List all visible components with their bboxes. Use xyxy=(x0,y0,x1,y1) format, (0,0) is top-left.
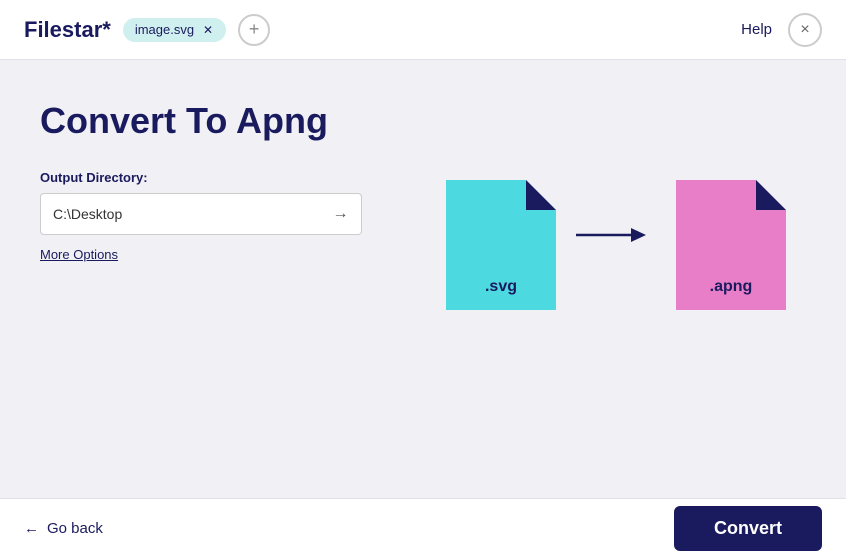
conversion-illustration: .svg .apng xyxy=(446,180,786,310)
browse-button[interactable]: → xyxy=(320,193,362,235)
go-back-button[interactable]: ← Go back xyxy=(24,520,103,537)
go-back-label: Go back xyxy=(47,520,103,537)
arrow-right-icon: → xyxy=(333,205,349,223)
file-tag-label: image.svg xyxy=(135,22,194,37)
file-tag: image.svg ✕ xyxy=(123,18,226,42)
target-file-icon: .apng xyxy=(676,180,786,310)
main-content: Convert To Apng Output Directory: → More… xyxy=(0,60,846,498)
conversion-arrow xyxy=(576,220,656,270)
app-title: Filestar* xyxy=(24,17,111,43)
convert-button[interactable]: Convert xyxy=(674,506,822,551)
file-tag-close-button[interactable]: ✕ xyxy=(200,22,216,38)
source-file-icon: .svg xyxy=(446,180,556,310)
help-link[interactable]: Help xyxy=(741,21,772,38)
footer: ← Go back Convert xyxy=(0,498,846,558)
close-button[interactable]: × xyxy=(788,13,822,47)
add-file-button[interactable]: + xyxy=(238,14,270,46)
plus-icon: + xyxy=(249,19,260,40)
header: Filestar* image.svg ✕ + Help × xyxy=(0,0,846,60)
close-icon: × xyxy=(800,21,809,39)
source-format-label: .svg xyxy=(485,278,517,296)
back-arrow-icon: ← xyxy=(24,520,39,537)
header-right: Help × xyxy=(741,13,822,47)
directory-input[interactable] xyxy=(40,193,320,235)
header-left: Filestar* image.svg ✕ + xyxy=(24,14,270,46)
target-format-label: .apng xyxy=(710,278,753,296)
page-title: Convert To Apng xyxy=(40,100,806,142)
